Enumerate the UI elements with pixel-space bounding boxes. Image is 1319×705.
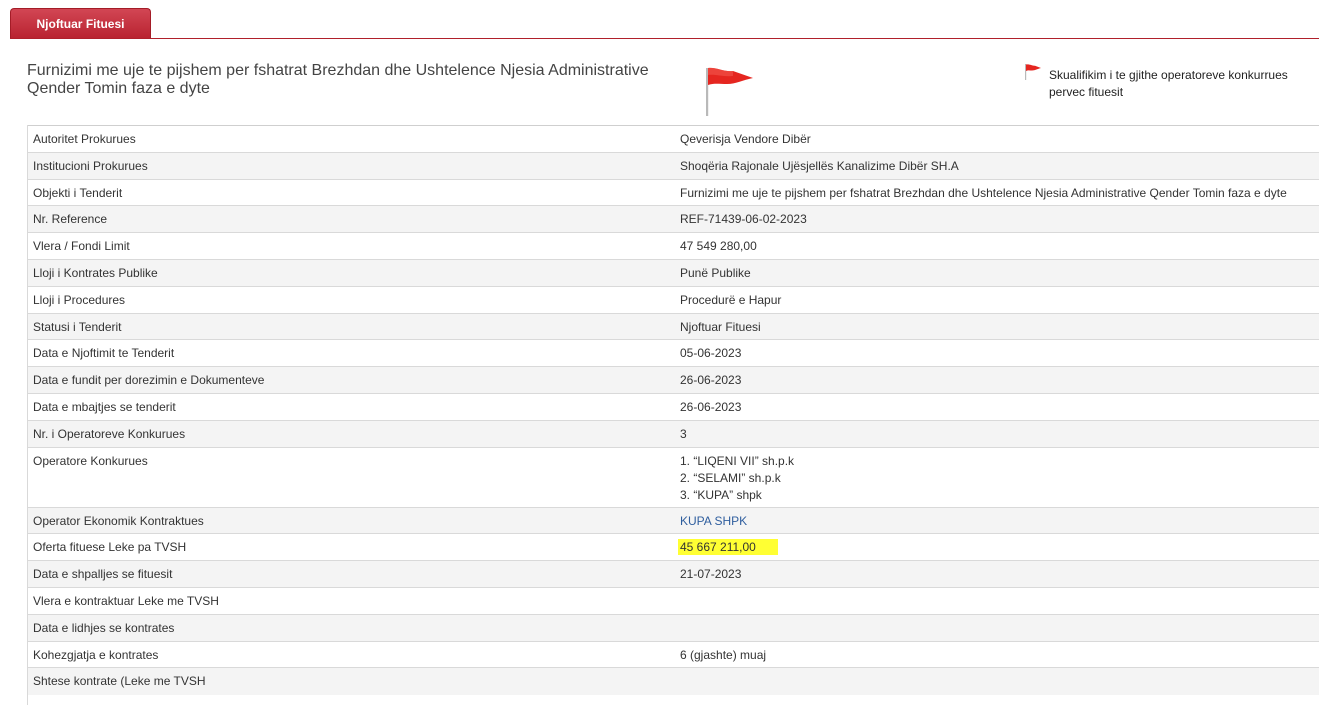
table-left-border [27,125,28,705]
row-value: Qeverisja Vendore Dibër [674,125,1319,153]
row-value: 3 [674,419,1319,448]
row-value: 26-06-2023 [674,366,1319,394]
row-label: Lloji i Procedures [27,285,674,314]
row-label: Lloji i Kontrates Publike [27,258,674,287]
table-row: Objekti i Tenderit Furnizimi me uje te pi… [27,178,1319,206]
table-row: Nr. i Operatoreve Konkurues 3 [27,419,1319,448]
table-row: Data e mbajtjes se tenderit 26-06-2023 [27,392,1319,421]
row-label: Nr. Reference [27,205,674,233]
tab-njoftuar-fituesi[interactable]: Njoftuar Fituesi [10,8,151,39]
page-title: Furnizimi me uje te pijshem per fshatrat… [27,62,649,97]
row-label: Data e shpalljes se fituesit [27,560,674,588]
row-value: 26-06-2023 [674,392,1319,421]
table-row: Statusi i Tenderit Njoftuar Fituesi [27,312,1319,340]
table-row: Autoritet Prokurues Qeverisja Vendore Dib… [27,125,1319,153]
table-row-operators: Operatore Konkurues 1. “LIQENI VII” sh.p… [27,446,1319,508]
tab-divider [10,38,1319,39]
tender-details-table: Autoritet Prokurues Qeverisja Vendore Dib… [27,125,1319,695]
list-item: 1. “LIQENI VII” sh.p.k [680,453,795,468]
table-row: Shtese kontrate (Leke me TVSH [27,667,1319,695]
row-value: Procedurë e Hapur [674,285,1319,314]
tab-bar: Njoftuar Fituesi [0,0,1319,40]
row-label: Vlera / Fondi Limit [27,232,674,260]
row-value: KUPA SHPK [674,506,1319,534]
list-item: 2. “SELAMI” sh.p.k [680,470,781,485]
table-row: Data e Njoftimit te Tenderit 05-06-2023 [27,339,1319,367]
winning-offer-highlight: 45 667 211,00 [678,539,778,556]
row-label: Statusi i Tenderit [27,312,674,340]
table-row: Lloji i Kontrates Publike Punë Publike [27,258,1319,287]
row-label: Operator Ekonomik Kontraktues [27,506,674,534]
row-value: 21-07-2023 [674,560,1319,588]
row-value [674,667,1319,695]
row-label: Nr. i Operatoreve Konkurues [27,419,674,448]
row-label: Shtese kontrate (Leke me TVSH [27,667,674,695]
row-label: Vlera e kontraktuar Leke me TVSH [27,586,674,615]
row-value: Njoftuar Fituesi [674,312,1319,340]
table-row: Data e shpalljes se fituesit 21-07-2023 [27,560,1319,588]
row-value: Furnizimi me uje te pijshem per fshatrat… [674,178,1319,206]
disqualification-note: Skualifikim i te gjithe operatoreve konk… [1049,68,1288,99]
row-label: Autoritet Prokurues [27,125,674,153]
table-row: Oferta fituese Leke pa TVSH 45 667 211,0… [27,533,1319,561]
operators-list: 1. “LIQENI VII” sh.p.k 2. “SELAMI” sh.p.… [674,446,1319,508]
row-label: Oferta fituese Leke pa TVSH [27,533,674,561]
row-value [674,613,1319,642]
row-value: 6 (gjashte) muaj [674,640,1319,668]
table-row: Data e fundit per dorezimin e Dokumentev… [27,366,1319,394]
table-row: Institucioni Prokurues Shoqëria Rajonale … [27,151,1319,180]
table-row: Vlera / Fondi Limit 47 549 280,00 [27,232,1319,260]
row-label: Data e lidhjes se kontrates [27,613,674,642]
row-label: Data e fundit per dorezimin e Dokumentev… [27,366,674,394]
row-label: Data e Njoftimit te Tenderit [27,339,674,367]
list-item: 3. “KUPA” shpk [680,487,762,502]
row-label: Institucioni Prokurues [27,151,674,180]
row-value: 47 549 280,00 [674,232,1319,260]
row-value: 05-06-2023 [674,339,1319,367]
table-row: Nr. Reference REF-71439-06-02-2023 [27,205,1319,233]
table-row: Kohezgjatja e kontrates 6 (gjashte) muaj [27,640,1319,668]
row-label: Data e mbajtjes se tenderit [27,392,674,421]
row-value: Punë Publike [674,258,1319,287]
table-row: Operator Ekonomik Kontraktues KUPA SHPK [27,506,1319,534]
row-value: 45 667 211,00 [674,533,1319,561]
row-value: Shoqëria Rajonale Ujësjellës Kanalizime … [674,151,1319,180]
table-row: Lloji i Procedures Procedurë e Hapur [27,285,1319,314]
red-flag-icon [1025,64,1041,80]
row-value: REF-71439-06-02-2023 [674,205,1319,233]
red-flag-icon [706,67,753,116]
table-row: Vlera e kontraktuar Leke me TVSH [27,586,1319,615]
contractor-link[interactable]: KUPA SHPK [680,514,747,528]
row-label: Operatore Konkurues [27,446,674,508]
row-label: Kohezgjatja e kontrates [27,640,674,668]
row-label: Objekti i Tenderit [27,178,674,206]
table-row: Data e lidhjes se kontrates [27,613,1319,642]
row-value [674,586,1319,615]
